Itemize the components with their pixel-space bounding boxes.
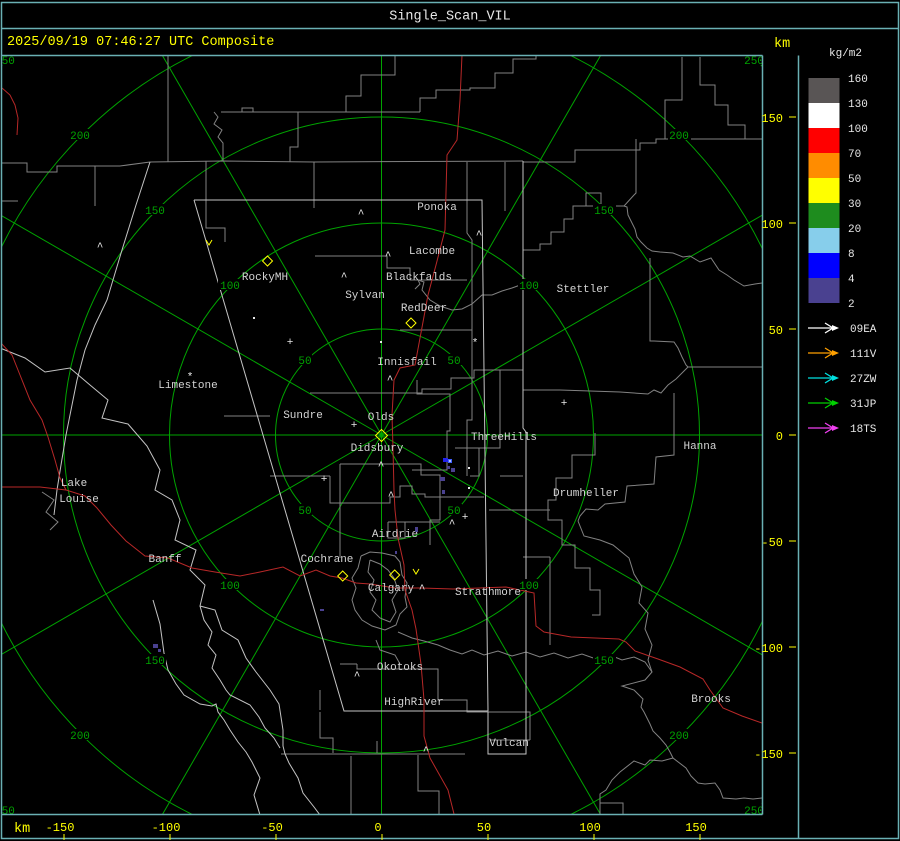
svg-text:Lake: Lake bbox=[61, 478, 87, 490]
svg-text:^: ^ bbox=[423, 746, 430, 758]
svg-text:160: 160 bbox=[848, 74, 868, 86]
svg-text:200: 200 bbox=[669, 731, 689, 743]
svg-text:RockyMH: RockyMH bbox=[242, 272, 288, 284]
svg-text:70: 70 bbox=[848, 149, 861, 161]
svg-text:50: 50 bbox=[298, 356, 311, 368]
svg-text:^: ^ bbox=[449, 519, 456, 531]
svg-text:Sundre: Sundre bbox=[283, 410, 323, 422]
svg-text:Strathmore: Strathmore bbox=[455, 587, 521, 599]
svg-text:50: 50 bbox=[447, 356, 460, 368]
svg-text:HighRiver: HighRiver bbox=[384, 697, 443, 709]
svg-text:Banff: Banff bbox=[148, 554, 181, 566]
svg-text:^: ^ bbox=[388, 491, 395, 503]
svg-text:100: 100 bbox=[848, 124, 868, 136]
svg-text:Vulcan: Vulcan bbox=[489, 738, 529, 750]
svg-text:-100: -100 bbox=[152, 821, 181, 835]
svg-text:111V: 111V bbox=[850, 349, 877, 361]
svg-text:150: 150 bbox=[145, 656, 165, 668]
svg-text:30: 30 bbox=[848, 199, 861, 211]
svg-text:100: 100 bbox=[761, 218, 783, 232]
svg-text:ThreeHills: ThreeHills bbox=[471, 432, 537, 444]
svg-text:20: 20 bbox=[848, 224, 861, 236]
svg-text:-50: -50 bbox=[761, 536, 783, 550]
svg-text:50: 50 bbox=[848, 174, 861, 186]
svg-text:Louise: Louise bbox=[59, 494, 99, 506]
svg-text:200: 200 bbox=[669, 131, 689, 143]
svg-text:+: + bbox=[287, 337, 294, 349]
svg-text:150: 150 bbox=[594, 206, 614, 218]
svg-text:100: 100 bbox=[579, 821, 601, 835]
svg-text:Cochrane: Cochrane bbox=[301, 554, 354, 566]
svg-text:*: * bbox=[187, 372, 194, 384]
svg-text:100: 100 bbox=[220, 581, 240, 593]
svg-text:18TS: 18TS bbox=[850, 424, 877, 436]
svg-text:50: 50 bbox=[447, 506, 460, 518]
svg-text:-150: -150 bbox=[46, 821, 75, 835]
svg-text:0: 0 bbox=[374, 821, 381, 835]
svg-text:2025/09/19 07:46:27 UTC Compos: 2025/09/19 07:46:27 UTC Composite bbox=[7, 35, 274, 50]
svg-text:150: 150 bbox=[685, 821, 707, 835]
svg-text:27ZW: 27ZW bbox=[850, 374, 877, 386]
svg-text:31JP: 31JP bbox=[850, 399, 877, 411]
svg-text:^: ^ bbox=[387, 375, 394, 387]
svg-text:-100: -100 bbox=[754, 642, 783, 656]
svg-text:Sylvan: Sylvan bbox=[345, 290, 385, 302]
svg-text:-50: -50 bbox=[261, 821, 283, 835]
svg-text:Stettler: Stettler bbox=[557, 284, 610, 296]
svg-text:200: 200 bbox=[70, 131, 90, 143]
svg-text:8: 8 bbox=[848, 249, 855, 261]
svg-text:^: ^ bbox=[385, 251, 392, 263]
svg-text:Olds: Olds bbox=[368, 412, 394, 424]
svg-text:Didsbury: Didsbury bbox=[351, 443, 404, 455]
svg-text:^: ^ bbox=[341, 272, 348, 284]
svg-text:100: 100 bbox=[519, 581, 539, 593]
svg-text:130: 130 bbox=[848, 99, 868, 111]
svg-text:+: + bbox=[561, 398, 568, 410]
svg-text:Okotoks: Okotoks bbox=[377, 662, 423, 674]
svg-text:RedDeer: RedDeer bbox=[401, 303, 447, 315]
svg-text:50: 50 bbox=[769, 324, 783, 338]
svg-text:Innisfail: Innisfail bbox=[377, 357, 436, 369]
svg-text:09EA: 09EA bbox=[850, 324, 877, 336]
svg-text:50: 50 bbox=[298, 506, 311, 518]
svg-text:Hanna: Hanna bbox=[683, 441, 716, 453]
svg-text:kg/m2: kg/m2 bbox=[829, 48, 862, 60]
svg-text:Ponoka: Ponoka bbox=[417, 202, 457, 214]
svg-text:50: 50 bbox=[477, 821, 491, 835]
svg-text:100: 100 bbox=[519, 281, 539, 293]
svg-text:^: ^ bbox=[358, 209, 365, 221]
svg-text:km: km bbox=[774, 37, 790, 52]
svg-text:^: ^ bbox=[476, 230, 483, 242]
svg-text:Calgary: Calgary bbox=[368, 583, 415, 595]
svg-text:km: km bbox=[14, 822, 30, 837]
svg-text:^: ^ bbox=[354, 671, 361, 683]
svg-text:^: ^ bbox=[97, 242, 104, 254]
svg-text:200: 200 bbox=[70, 731, 90, 743]
svg-text:4: 4 bbox=[848, 274, 855, 286]
svg-text:2: 2 bbox=[848, 299, 855, 311]
svg-text:^: ^ bbox=[378, 461, 385, 473]
svg-text:+: + bbox=[462, 512, 469, 524]
svg-text:100: 100 bbox=[220, 281, 240, 293]
svg-text:^: ^ bbox=[419, 584, 426, 596]
svg-text:Airdrie: Airdrie bbox=[372, 529, 418, 541]
svg-text:150: 150 bbox=[145, 206, 165, 218]
svg-text:-150: -150 bbox=[754, 748, 783, 762]
svg-text:250: 250 bbox=[744, 56, 764, 68]
svg-text:150: 150 bbox=[761, 112, 783, 126]
svg-text:*: * bbox=[472, 338, 479, 350]
svg-text:150: 150 bbox=[594, 656, 614, 668]
svg-text:Blackfalds: Blackfalds bbox=[386, 272, 452, 284]
svg-text:Drumheller: Drumheller bbox=[553, 488, 619, 500]
svg-text:0: 0 bbox=[776, 430, 783, 444]
svg-text:Single_Scan_VIL: Single_Scan_VIL bbox=[389, 10, 511, 25]
svg-text:Brooks: Brooks bbox=[691, 694, 731, 706]
svg-text:+: + bbox=[351, 420, 358, 432]
svg-text:Lacombe: Lacombe bbox=[409, 246, 455, 258]
svg-text:+: + bbox=[321, 474, 328, 486]
